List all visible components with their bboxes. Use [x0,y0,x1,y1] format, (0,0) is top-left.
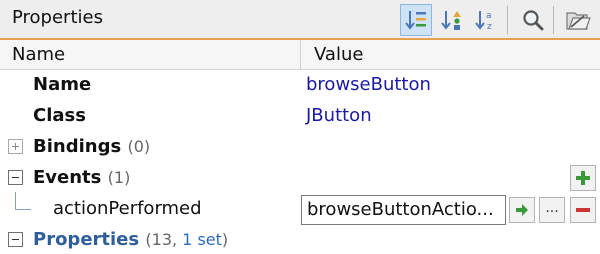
collapse-toggle[interactable] [8,170,23,185]
category-label: Properties (13, 1 set) [33,229,228,250]
category-label-text: Events [33,167,102,188]
column-header-value[interactable]: Value [314,44,363,65]
svg-text:z: z [487,22,492,32]
add-event-button[interactable] [570,165,596,191]
remove-event-button[interactable] [570,197,596,223]
panel-titlebar: Properties a z [0,0,600,40]
category-count: (0) [127,137,151,156]
plus-icon [576,171,590,185]
category-label-text: Bindings [33,136,122,157]
category-count-prefix: (13, [145,230,183,249]
property-label: Class [33,105,86,126]
sort-categorized-icon [405,11,426,30]
hide-expert-properties-button[interactable] [562,4,594,36]
category-count-suffix: ) [221,230,229,249]
event-label: actionPerformed [53,198,202,219]
property-label: Name [33,74,92,95]
expand-toggle[interactable] [8,139,23,154]
collapse-toggle[interactable] [8,232,23,247]
table-header: Name Value [0,40,600,70]
property-row-class[interactable]: Class JButton [0,101,600,132]
category-label-text: Properties [33,229,140,250]
toolbar-separator [553,6,554,34]
sort-by-kind-icon [441,11,461,30]
choose-handler-button[interactable]: ... [539,197,565,223]
category-row-bindings[interactable]: Bindings (0) [0,132,600,163]
collapse-minus-icon [12,239,19,240]
property-value[interactable]: browseButton [306,74,431,95]
category-row-events[interactable]: Events (1) [0,163,600,194]
go-to-handler-button[interactable] [509,197,535,223]
event-handler-field[interactable]: browseButtonActio... [301,195,506,225]
ellipsis-icon: ... [545,200,559,216]
sort-alphabetical-button[interactable]: a z [470,4,502,36]
sort-by-kind-button[interactable] [436,4,468,36]
arrow-right-icon [516,204,528,216]
search-button[interactable] [517,4,549,36]
property-value[interactable]: JButton [306,105,372,126]
toolbar-separator [507,6,508,34]
properties-panel: Properties a z Name Value Name browseBut… [0,0,600,254]
hide-expert-properties-icon [566,12,591,30]
collapse-minus-icon [12,177,19,178]
category-label: Events (1) [33,167,130,188]
expand-plus-icon-vertical [15,143,16,150]
column-divider[interactable] [300,40,301,70]
category-label: Bindings (0) [33,136,150,157]
property-row-name[interactable]: Name browseButton [0,70,600,101]
column-header-name[interactable]: Name [12,44,65,65]
search-icon [523,10,544,31]
event-handler-value: browseButtonActio... [307,199,494,220]
properties-set-link[interactable]: 1 set [182,230,222,249]
svg-text:a: a [486,11,492,21]
category-row-properties[interactable]: Properties (13, 1 set) [0,225,600,254]
category-count: (1) [107,168,131,187]
sort-alphabetical-icon: a z [475,11,492,32]
category-count: (13, 1 set) [145,230,228,249]
minus-icon [576,208,590,212]
panel-title: Properties [12,7,103,28]
sort-categorized-button[interactable] [400,4,432,36]
